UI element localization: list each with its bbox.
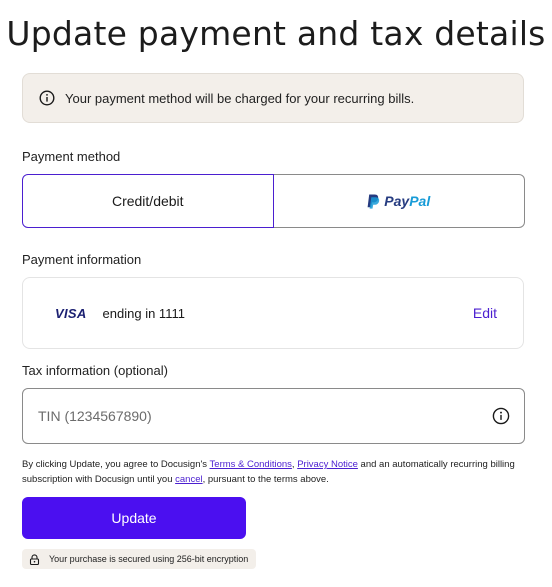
paypal-logo: Pay Pal bbox=[367, 193, 430, 209]
legal-prefix: By clicking Update, you agree to Docusig… bbox=[22, 459, 210, 470]
privacy-notice-link[interactable]: Privacy Notice bbox=[297, 459, 358, 470]
payment-method-selector: Credit/debit Pay Pal bbox=[22, 174, 525, 228]
cancel-link[interactable]: cancel bbox=[175, 474, 202, 485]
notice-text: Your payment method will be charged for … bbox=[65, 90, 415, 106]
tin-field bbox=[22, 388, 525, 444]
tin-info-icon[interactable] bbox=[492, 407, 510, 425]
tin-input[interactable] bbox=[36, 407, 492, 425]
legal-suffix: , pursuant to the terms above. bbox=[202, 474, 329, 485]
lock-icon bbox=[29, 553, 40, 565]
payment-information-label: Payment information bbox=[22, 252, 142, 267]
paypal-logo-pay: Pay bbox=[384, 193, 410, 209]
update-button[interactable]: Update bbox=[22, 497, 246, 539]
legal-disclaimer: By clicking Update, you agree to Docusig… bbox=[22, 457, 532, 487]
page-title: Update payment and tax details bbox=[6, 14, 546, 53]
billing-notice: Your payment method will be charged for … bbox=[22, 73, 524, 123]
payment-option-credit-debit[interactable]: Credit/debit bbox=[22, 174, 274, 228]
payment-tax-page: Update payment and tax details Your paym… bbox=[0, 0, 552, 587]
edit-card-link[interactable]: Edit bbox=[473, 305, 497, 321]
visa-logo: VISA bbox=[55, 305, 87, 321]
paypal-logo-pal: Pal bbox=[409, 193, 431, 209]
payment-option-credit-debit-label: Credit/debit bbox=[111, 193, 184, 209]
tax-information-label: Tax information (optional) bbox=[22, 363, 168, 378]
info-icon bbox=[39, 90, 55, 106]
payment-method-label: Payment method bbox=[22, 149, 121, 164]
security-text: Your purchase is secured using 256-bit e… bbox=[49, 554, 249, 564]
payment-option-paypal[interactable]: Pay Pal bbox=[273, 174, 525, 228]
terms-conditions-link[interactable]: Terms & Conditions bbox=[210, 459, 292, 470]
saved-card: VISA ending in 1111 Edit bbox=[22, 277, 524, 349]
security-badge: Your purchase is secured using 256-bit e… bbox=[22, 549, 257, 569]
paypal-icon bbox=[367, 194, 380, 209]
card-ending-text: ending in 1111 bbox=[102, 305, 185, 321]
